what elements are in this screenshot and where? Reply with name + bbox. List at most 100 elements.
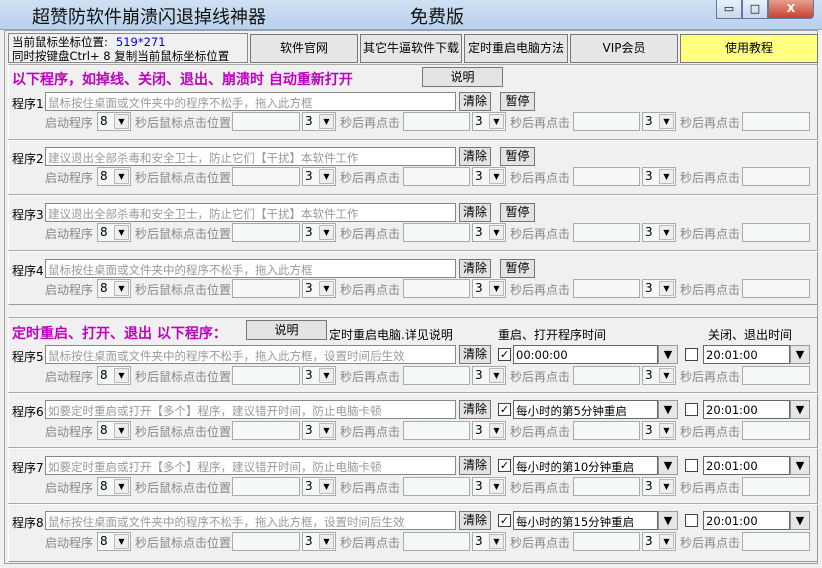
close-checkbox[interactable] xyxy=(685,348,698,361)
delay-select-3[interactable]: 3 ▼ xyxy=(472,223,506,242)
start-delay-select[interactable]: 8 ▼ xyxy=(97,366,131,385)
click-pos-input-4[interactable] xyxy=(742,223,810,242)
click-pos-input-1[interactable] xyxy=(232,421,300,440)
section1-explain-button[interactable]: 说明 xyxy=(422,67,503,87)
click-pos-input-4[interactable] xyxy=(742,112,810,131)
clear-button[interactable]: 清除 xyxy=(459,345,491,364)
delay-select-2[interactable]: 3 ▼ xyxy=(302,421,336,440)
maximize-button[interactable]: □ xyxy=(742,0,768,19)
pause-button[interactable]: 暂停 xyxy=(500,147,535,166)
start-delay-select[interactable]: 8 ▼ xyxy=(97,421,131,440)
click-pos-input-3[interactable] xyxy=(573,167,640,186)
close-checkbox[interactable] xyxy=(685,403,698,416)
click-pos-input-1[interactable] xyxy=(232,477,300,496)
close-time-input[interactable]: 20:01:00 xyxy=(703,345,790,364)
clear-button[interactable]: 清除 xyxy=(459,92,491,111)
click-pos-input-3[interactable] xyxy=(573,279,640,298)
program-path-input[interactable]: 鼠标按住桌面或文件夹中的程序不松手，拖入此方框，设置时间后生效 xyxy=(45,345,456,364)
restart-time-input[interactable]: 每小时的第5分钟重启 xyxy=(513,400,658,419)
clear-button[interactable]: 清除 xyxy=(459,147,491,166)
click-pos-input-4[interactable] xyxy=(742,366,810,385)
delay-select-2[interactable]: 3 ▼ xyxy=(302,366,336,385)
click-pos-input-4[interactable] xyxy=(742,477,810,496)
delay-select-4[interactable]: 3 ▼ xyxy=(642,112,676,131)
click-pos-input-2[interactable] xyxy=(403,167,470,186)
delay-select-4[interactable]: 3 ▼ xyxy=(642,421,676,440)
delay-select-3[interactable]: 3 ▼ xyxy=(472,421,506,440)
clear-button[interactable]: 清除 xyxy=(459,203,491,222)
close-checkbox[interactable] xyxy=(685,514,698,527)
program-path-input[interactable]: 鼠标按住桌面或文件夹中的程序不松手，拖入此方框 xyxy=(45,259,456,278)
click-pos-input-2[interactable] xyxy=(403,279,470,298)
pause-button[interactable]: 暂停 xyxy=(500,259,535,278)
program-path-input[interactable]: 如要定时重启或打开【多个】程序，建议错开时间，防止电脑卡顿 xyxy=(45,400,456,419)
close-button[interactable]: X xyxy=(768,0,814,19)
close-time-dropdown-icon[interactable]: ▼ xyxy=(790,345,810,364)
click-pos-input-4[interactable] xyxy=(742,532,810,551)
delay-select-2[interactable]: 3 ▼ xyxy=(302,279,336,298)
restart-checkbox[interactable]: ✓ xyxy=(498,348,511,361)
delay-select-2[interactable]: 3 ▼ xyxy=(302,112,336,131)
delay-select-2[interactable]: 3 ▼ xyxy=(302,167,336,186)
delay-select-3[interactable]: 3 ▼ xyxy=(472,477,506,496)
program-path-input[interactable]: 建议退出全部杀毒和安全卫士，防止它们【干扰】本软件工作 xyxy=(45,203,456,222)
delay-select-2[interactable]: 3 ▼ xyxy=(302,477,336,496)
click-pos-input-3[interactable] xyxy=(573,421,640,440)
delay-select-3[interactable]: 3 ▼ xyxy=(472,167,506,186)
pause-button[interactable]: 暂停 xyxy=(500,92,535,111)
close-time-dropdown-icon[interactable]: ▼ xyxy=(790,400,810,419)
click-pos-input-2[interactable] xyxy=(403,477,470,496)
click-pos-input-1[interactable] xyxy=(232,279,300,298)
click-pos-input-4[interactable] xyxy=(742,279,810,298)
delay-select-4[interactable]: 3 ▼ xyxy=(642,477,676,496)
delay-select-2[interactable]: 3 ▼ xyxy=(302,223,336,242)
restart-time-dropdown-icon[interactable]: ▼ xyxy=(658,345,678,364)
delay-select-4[interactable]: 3 ▼ xyxy=(642,532,676,551)
start-delay-select[interactable]: 8 ▼ xyxy=(97,112,131,131)
click-pos-input-3[interactable] xyxy=(573,366,640,385)
vip-button[interactable]: VIP会员 xyxy=(570,34,678,63)
restart-time-input[interactable]: 每小时的第10分钟重启 xyxy=(513,456,658,475)
delay-select-3[interactable]: 3 ▼ xyxy=(472,366,506,385)
click-pos-input-3[interactable] xyxy=(573,477,640,496)
delay-select-4[interactable]: 3 ▼ xyxy=(642,223,676,242)
close-time-input[interactable]: 20:01:00 xyxy=(703,456,790,475)
delay-select-4[interactable]: 3 ▼ xyxy=(642,366,676,385)
clear-button[interactable]: 清除 xyxy=(459,400,491,419)
click-pos-input-1[interactable] xyxy=(232,112,300,131)
program-path-input[interactable]: 建议退出全部杀毒和安全卫士，防止它们【干扰】本软件工作 xyxy=(45,147,456,166)
delay-select-3[interactable]: 3 ▼ xyxy=(472,112,506,131)
start-delay-select[interactable]: 8 ▼ xyxy=(97,223,131,242)
click-pos-input-3[interactable] xyxy=(573,223,640,242)
restart-checkbox[interactable]: ✓ xyxy=(498,514,511,527)
tutorial-button[interactable]: 使用教程 xyxy=(680,34,818,63)
click-pos-input-1[interactable] xyxy=(232,366,300,385)
restart-time-dropdown-icon[interactable]: ▼ xyxy=(658,511,678,530)
delay-select-4[interactable]: 3 ▼ xyxy=(642,167,676,186)
program-path-input[interactable]: 如要定时重启或打开【多个】程序，建议错开时间，防止电脑卡顿 xyxy=(45,456,456,475)
start-delay-select[interactable]: 8 ▼ xyxy=(97,279,131,298)
clear-button[interactable]: 清除 xyxy=(459,259,491,278)
start-delay-select[interactable]: 8 ▼ xyxy=(97,477,131,496)
minimize-button[interactable]: ▭ xyxy=(716,0,742,19)
pause-button[interactable]: 暂停 xyxy=(500,203,535,222)
close-time-dropdown-icon[interactable]: ▼ xyxy=(790,456,810,475)
delay-select-2[interactable]: 3 ▼ xyxy=(302,532,336,551)
program-path-input[interactable]: 鼠标按住桌面或文件夹中的程序不松手，拖入此方框 xyxy=(45,92,456,111)
start-delay-select[interactable]: 8 ▼ xyxy=(97,532,131,551)
restart-time-input[interactable]: 每小时的第15分钟重启 xyxy=(513,511,658,530)
close-time-dropdown-icon[interactable]: ▼ xyxy=(790,511,810,530)
close-checkbox[interactable] xyxy=(685,459,698,472)
close-time-input[interactable]: 20:01:00 xyxy=(703,511,790,530)
start-delay-select[interactable]: 8 ▼ xyxy=(97,167,131,186)
close-time-input[interactable]: 20:01:00 xyxy=(703,400,790,419)
restart-time-input[interactable]: 00:00:00 xyxy=(513,345,658,364)
program-path-input[interactable]: 鼠标按住桌面或文件夹中的程序不松手，拖入此方框，设置时间后生效 xyxy=(45,511,456,530)
click-pos-input-2[interactable] xyxy=(403,112,470,131)
clear-button[interactable]: 清除 xyxy=(459,511,491,530)
click-pos-input-2[interactable] xyxy=(403,366,470,385)
delay-select-3[interactable]: 3 ▼ xyxy=(472,279,506,298)
click-pos-input-1[interactable] xyxy=(232,532,300,551)
restart-time-dropdown-icon[interactable]: ▼ xyxy=(658,400,678,419)
delay-select-3[interactable]: 3 ▼ xyxy=(472,532,506,551)
